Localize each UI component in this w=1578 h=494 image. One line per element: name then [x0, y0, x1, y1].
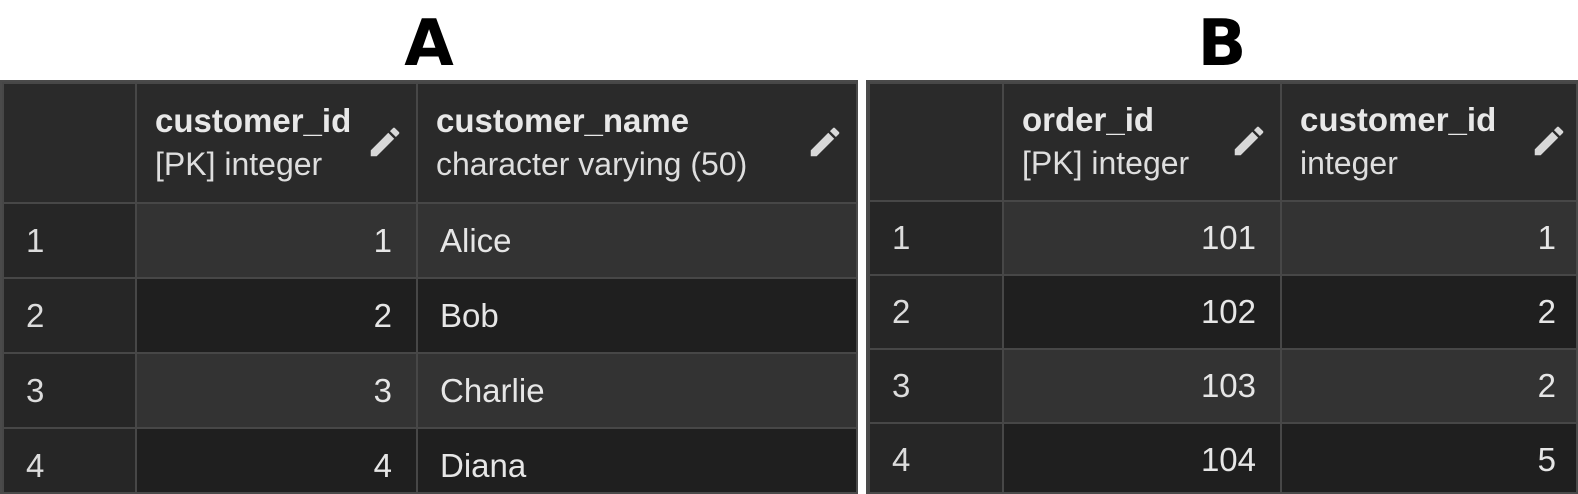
orders-table: order_id [PK] integer customer_id intege… — [868, 82, 1576, 492]
column-header-order-id[interactable]: order_id [PK] integer — [1002, 82, 1282, 202]
pencil-icon[interactable] — [366, 123, 404, 161]
cell-customer-id[interactable]: 1 — [135, 202, 418, 279]
table-row[interactable]: 2 102 2 — [868, 274, 1576, 350]
row-number-header — [868, 82, 1004, 202]
table-row[interactable]: 4 104 5 — [868, 422, 1576, 492]
table-row[interactable]: 1 101 1 — [868, 200, 1576, 276]
column-name: customer_name — [436, 102, 690, 139]
table-row[interactable]: 2 2 Bob — [2, 277, 856, 354]
column-type: character varying (50) — [436, 146, 748, 182]
pencil-icon[interactable] — [806, 123, 844, 161]
cell-customer-id[interactable]: 4 — [135, 427, 418, 492]
row-number-header — [2, 82, 137, 204]
cell-customer-id[interactable]: 2 — [135, 277, 418, 354]
cell-order-id[interactable]: 102 — [1002, 274, 1282, 350]
row-number: 3 — [868, 348, 1004, 424]
row-number: 3 — [2, 352, 137, 429]
pencil-icon[interactable] — [1530, 122, 1568, 160]
panel-label-a: A — [404, 7, 454, 81]
row-number: 2 — [2, 277, 137, 354]
cell-customer-name[interactable]: Alice — [416, 202, 856, 279]
customers-result-grid[interactable]: customer_id [PK] integer customer_name c… — [0, 80, 858, 494]
row-number: 1 — [868, 200, 1004, 276]
cell-customer-id[interactable]: 5 — [1280, 422, 1576, 492]
pencil-icon[interactable] — [1230, 122, 1268, 160]
column-header-customer-name[interactable]: customer_name character varying (50) — [416, 82, 856, 204]
table-row[interactable]: 4 4 Diana — [2, 427, 856, 492]
cell-order-id[interactable]: 103 — [1002, 348, 1282, 424]
cell-order-id[interactable]: 104 — [1002, 422, 1282, 492]
panel-label-b: B — [1197, 7, 1247, 81]
cell-customer-name[interactable]: Charlie — [416, 352, 856, 429]
table-row[interactable]: 1 1 Alice — [2, 202, 856, 279]
row-number: 1 — [2, 202, 137, 279]
cell-customer-id[interactable]: 3 — [135, 352, 418, 429]
column-header-customer-id[interactable]: customer_id [PK] integer — [135, 82, 418, 204]
row-number: 4 — [2, 427, 137, 492]
cell-customer-name[interactable]: Diana — [416, 427, 856, 492]
cell-customer-id[interactable]: 2 — [1280, 348, 1576, 424]
table-row[interactable]: 3 3 Charlie — [2, 352, 856, 429]
row-number: 4 — [868, 422, 1004, 492]
orders-result-grid[interactable]: order_id [PK] integer customer_id intege… — [866, 80, 1578, 494]
customers-table: customer_id [PK] integer customer_name c… — [2, 82, 856, 492]
cell-order-id[interactable]: 101 — [1002, 200, 1282, 276]
cell-customer-name[interactable]: Bob — [416, 277, 856, 354]
column-header-customer-id[interactable]: customer_id integer — [1280, 82, 1576, 202]
cell-customer-id[interactable]: 1 — [1280, 200, 1576, 276]
cell-customer-id[interactable]: 2 — [1280, 274, 1576, 350]
row-number: 2 — [868, 274, 1004, 350]
table-row[interactable]: 3 103 2 — [868, 348, 1576, 424]
